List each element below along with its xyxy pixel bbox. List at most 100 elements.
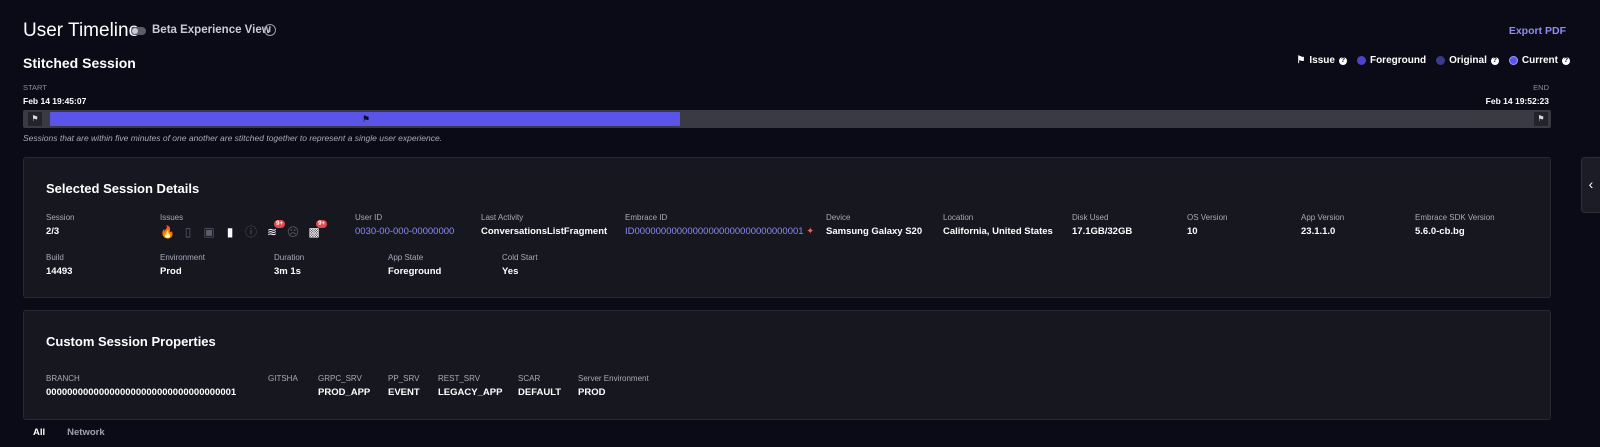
sad-face-icon[interactable]: ☹ <box>286 225 300 239</box>
environment-value: Prod <box>160 266 182 277</box>
prop-label: REST_SRV <box>438 374 481 383</box>
end-label: END <box>1533 83 1549 92</box>
device-field: Device Samsung Galaxy S20 <box>826 213 922 237</box>
legend-issue: ⚑ Issue ? <box>1296 55 1347 66</box>
prop-value: PROD <box>578 387 606 398</box>
device-value: Samsung Galaxy S20 <box>826 226 923 237</box>
prop-label: GITSHA <box>268 374 298 383</box>
app-version-value: 23.1.1.0 <box>1301 226 1336 237</box>
prop-label: GRPC_SRV <box>318 374 362 383</box>
last-activity-label: Last Activity <box>481 213 524 222</box>
export-pdf-button[interactable]: Export PDF <box>1509 25 1566 37</box>
sparkle-icon[interactable]: ✦ <box>806 226 814 237</box>
count-badge: 9+ <box>316 220 327 228</box>
info-icon[interactable]: i <box>264 24 276 36</box>
session-value: 2/3 <box>46 226 60 237</box>
issues-label: Issues <box>160 213 184 222</box>
build-label: Build <box>46 253 64 262</box>
crash-icon[interactable]: 🔥 <box>160 225 175 239</box>
location-value: California, United States <box>943 226 1053 237</box>
original-swatch <box>1436 56 1446 65</box>
help-icon[interactable]: ? <box>1562 56 1570 65</box>
beta-view-label: Beta Experience View <box>152 24 271 36</box>
legend-current-label: Current <box>1521 55 1558 66</box>
session-field: Session 2/3 <box>46 213 74 237</box>
prop-label: SCAR <box>518 374 541 383</box>
disk-used-label: Disk Used <box>1072 213 1109 222</box>
user-id-label: User ID <box>355 213 383 222</box>
start-time: Feb 14 19:45:07 <box>23 96 87 106</box>
legend-original-label: Original <box>1449 55 1487 66</box>
last-activity-value: ConversationsListFragment <box>481 226 608 237</box>
help-icon[interactable]: ? <box>1338 56 1347 65</box>
prop-value: 000000000000000000000000000000000001 <box>46 387 237 398</box>
memory-icon[interactable]: ▣ <box>202 225 216 239</box>
timeline-track[interactable]: ⚑ ⚑ ⚑ <box>23 110 1551 128</box>
embrace-id-label: Embrace ID <box>625 213 668 222</box>
start-flag-icon[interactable]: ⚑ <box>28 112 42 126</box>
stitch-note: Sessions that are within five minutes of… <box>23 133 443 143</box>
custom-properties-panel: Custom Session Properties BRANCH 0000000… <box>23 310 1551 420</box>
tab-network[interactable]: Network <box>67 427 104 438</box>
embrace-id-link[interactable]: ID00000000000000000000000000000001 ✦ <box>625 226 814 237</box>
build-field: Build 14493 <box>46 253 72 277</box>
legend-foreground-label: Foreground <box>1369 55 1427 66</box>
legend-issue-label: Issue <box>1309 55 1335 66</box>
timeline-legend: ⚑ Issue ? Foreground Original ? Current … <box>1296 55 1570 66</box>
error-icon[interactable]: ⓘ <box>244 225 258 239</box>
prop-label: Server Environment <box>578 374 649 383</box>
log-icon[interactable]: ▮ <box>223 225 237 239</box>
network-icon[interactable]: ≋ 9+ <box>265 220 285 239</box>
user-id-field: User ID 0030-00-000-00000000 <box>355 213 454 237</box>
page-title: User Timeline <box>23 20 140 41</box>
location-label: Location <box>943 213 974 222</box>
prop-value: EVENT <box>388 387 420 398</box>
app-state-field: App State Foreground <box>388 253 441 277</box>
tab-all[interactable]: All <box>33 427 45 438</box>
last-activity-field: Last Activity ConversationsListFragment <box>481 213 607 237</box>
prop-label: BRANCH <box>46 374 80 383</box>
embrace-id-value[interactable]: ID00000000000000000000000000000001 <box>625 226 804 237</box>
beta-view-toggle[interactable] <box>131 27 146 35</box>
duration-label: Duration <box>274 253 305 262</box>
issues-field: Issues 🔥 ▯ ▣ ▮ ⓘ ≋ 9+ ☹ ▩ 9+ <box>160 213 327 239</box>
os-version-field: OS Version 10 <box>1187 213 1227 237</box>
sdk-version-label: Embrace SDK Version <box>1415 213 1495 222</box>
session-label: Session <box>46 213 75 222</box>
prop-value: PROD_APP <box>318 387 371 398</box>
custom-properties-title: Custom Session Properties <box>46 334 216 349</box>
prop-branch: BRANCH 000000000000000000000000000000000… <box>46 374 236 398</box>
legend-original: Original ? <box>1436 55 1499 66</box>
help-icon[interactable]: ? <box>1490 56 1499 65</box>
legend-foreground: Foreground <box>1356 55 1427 66</box>
location-field: Location California, United States <box>943 213 1053 237</box>
prop-scar: SCAR DEFAULT <box>518 374 561 398</box>
session-details-panel: Selected Session Details Session 2/3 Iss… <box>23 157 1551 298</box>
start-label: START <box>23 83 47 92</box>
prop-label: PP_SRV <box>388 374 420 383</box>
collapse-panel-button[interactable]: ‹ <box>1581 157 1600 213</box>
cold-start-value: Yes <box>502 266 519 277</box>
timeline-tabs: All Network <box>33 427 105 438</box>
disk-used-field: Disk Used 17.1GB/32GB <box>1072 213 1132 237</box>
app-version-field: App Version 23.1.1.0 <box>1301 213 1344 237</box>
flag-icon: ⚑ <box>1296 55 1306 66</box>
issues-icons: 🔥 ▯ ▣ ▮ ⓘ ≋ 9+ ☹ ▩ 9+ <box>160 220 327 239</box>
prop-rest-srv: REST_SRV LEGACY_APP <box>438 374 502 398</box>
app-state-value: Foreground <box>388 266 442 277</box>
prop-pp-srv: PP_SRV EVENT <box>388 374 420 398</box>
end-flag-icon[interactable]: ⚑ <box>1534 112 1548 126</box>
user-id-link[interactable]: 0030-00-000-00000000 <box>355 226 454 237</box>
cpu-icon[interactable]: ▩ 9+ <box>307 220 327 239</box>
issue-flag-icon[interactable]: ⚑ <box>360 112 372 126</box>
duration-field: Duration 3m 1s <box>274 253 304 277</box>
count-badge: 9+ <box>274 220 285 228</box>
device-label: Device <box>826 213 851 222</box>
anr-icon[interactable]: ▯ <box>181 225 195 239</box>
legend-current: Current ? <box>1508 55 1570 66</box>
cold-start-field: Cold Start Yes <box>502 253 538 277</box>
build-value: 14493 <box>46 266 73 277</box>
os-version-label: OS Version <box>1187 213 1228 222</box>
chevron-left-icon: ‹ <box>1588 176 1594 192</box>
os-version-value: 10 <box>1187 226 1198 237</box>
